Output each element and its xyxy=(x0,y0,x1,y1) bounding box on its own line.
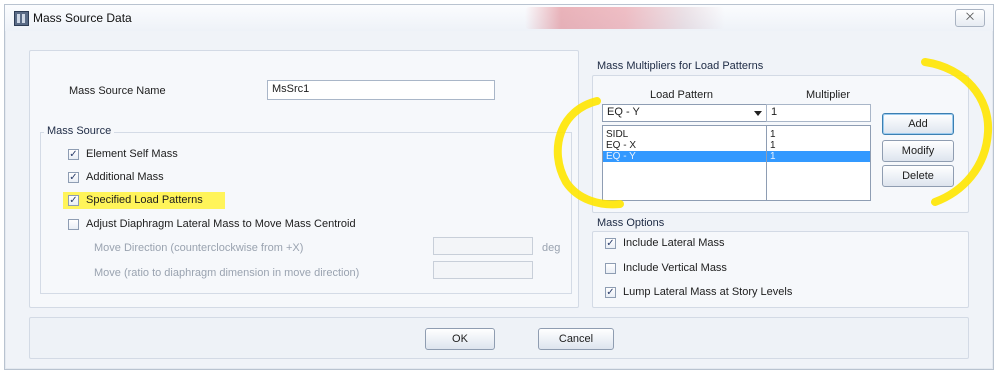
mass-source-name-input[interactable]: MsSrc1 xyxy=(267,80,495,100)
load-pattern-select[interactable]: EQ - Y xyxy=(602,104,767,122)
app-icon xyxy=(14,11,29,26)
footer-bar xyxy=(29,317,969,359)
window-title: Mass Source Data xyxy=(33,11,132,25)
element-self-mass-checkbox[interactable]: ✓ xyxy=(68,149,79,160)
adjust-diaphragm-checkbox[interactable] xyxy=(68,219,79,230)
element-self-mass-label: Element Self Mass xyxy=(86,148,178,160)
move-ratio-label: Move (ratio to diaphragm dimension in mo… xyxy=(94,267,360,279)
specified-load-patterns-checkbox[interactable]: ✓ xyxy=(68,195,79,206)
list-item-selected[interactable]: EQ - Y xyxy=(603,151,766,162)
modify-button[interactable]: Modify xyxy=(882,140,954,162)
list-item[interactable]: EQ - X xyxy=(603,140,766,151)
close-button[interactable]: ⨉ xyxy=(955,9,985,27)
list-item[interactable]: 1 xyxy=(767,140,870,151)
add-button[interactable]: Add xyxy=(882,113,954,135)
move-direction-label: Move Direction (counterclockwise from +X… xyxy=(94,242,304,254)
move-direction-unit: deg xyxy=(542,242,561,254)
mass-options-title: Mass Options xyxy=(594,217,668,229)
specified-load-patterns-label: Specified Load Patterns xyxy=(86,194,203,206)
move-ratio-input[interactable] xyxy=(433,261,533,279)
title-bar-decoration xyxy=(525,7,725,29)
multiplier-input[interactable]: 1 xyxy=(766,104,871,122)
load-pattern-list[interactable]: SIDL EQ - X EQ - Y xyxy=(602,125,767,201)
list-item-selected[interactable]: 1 xyxy=(767,151,870,162)
include-lateral-mass-label: Include Lateral Mass xyxy=(623,237,725,249)
list-item[interactable]: 1 xyxy=(767,129,870,140)
include-vertical-mass-label: Include Vertical Mass xyxy=(623,262,727,274)
multiplier-list[interactable]: 1 1 1 xyxy=(766,125,871,201)
load-pattern-column-header: Load Pattern xyxy=(650,89,713,101)
mass-source-group-title: Mass Source xyxy=(44,125,115,137)
title-bar[interactable]: Mass Source Data ⨉ xyxy=(5,5,993,31)
list-item[interactable]: SIDL xyxy=(603,129,766,140)
include-vertical-mass-checkbox[interactable] xyxy=(605,263,616,274)
mass-options-panel: ✓ Include Lateral Mass Include Vertical … xyxy=(592,231,969,308)
additional-mass-checkbox[interactable]: ✓ xyxy=(68,172,79,183)
left-panel: Mass Source Name MsSrc1 Mass Source ✓ El… xyxy=(29,50,579,308)
ok-button[interactable]: OK xyxy=(425,328,495,350)
chevron-down-icon xyxy=(754,111,762,116)
lump-lateral-mass-label: Lump Lateral Mass at Story Levels xyxy=(623,286,793,298)
adjust-diaphragm-label: Adjust Diaphragm Lateral Mass to Move Ma… xyxy=(86,218,356,230)
multiplier-column-header: Multiplier xyxy=(806,89,851,101)
mass-multipliers-panel: Load Pattern Multiplier EQ - Y 1 SIDL EQ… xyxy=(592,75,969,213)
include-lateral-mass-checkbox[interactable]: ✓ xyxy=(605,238,616,249)
lump-lateral-mass-checkbox[interactable]: ✓ xyxy=(605,287,616,298)
mass-multipliers-title: Mass Multipliers for Load Patterns xyxy=(594,60,767,72)
move-direction-input[interactable] xyxy=(433,237,533,255)
load-pattern-select-value: EQ - Y xyxy=(607,106,640,118)
delete-button[interactable]: Delete xyxy=(882,165,954,187)
cancel-button[interactable]: Cancel xyxy=(538,328,614,350)
mass-source-dialog: Mass Source Data ⨉ Mass Source Name MsSr… xyxy=(4,4,994,370)
additional-mass-label: Additional Mass xyxy=(86,171,164,183)
mass-source-name-label: Mass Source Name xyxy=(69,85,166,97)
